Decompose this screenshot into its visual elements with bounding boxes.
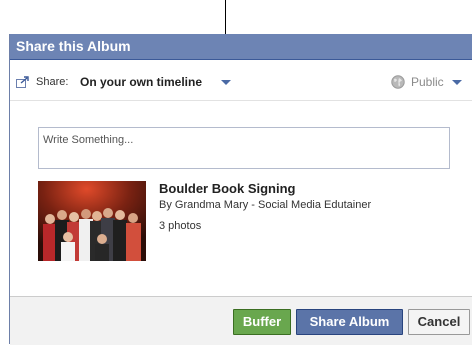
album-byline: By Grandma Mary - Social Media Edutainer [159, 199, 372, 211]
share-destination-selector[interactable]: On your own timeline [80, 75, 202, 89]
album-photo-count: 3 photos [159, 220, 202, 232]
share-album-button[interactable]: Share Album [296, 309, 403, 335]
chevron-down-icon[interactable] [452, 80, 462, 85]
buffer-button[interactable]: Buffer [233, 309, 291, 335]
album-thumbnail [38, 181, 146, 261]
album-title[interactable]: Boulder Book Signing [159, 181, 296, 196]
share-target-row: Share: On your own timeline Public [10, 60, 472, 101]
audience-selector[interactable]: Public [411, 75, 444, 89]
share-album-dialog: Share this Album Share: On your own time… [9, 34, 472, 345]
share-label: Share: [36, 76, 69, 88]
globe-icon [391, 75, 405, 89]
chevron-down-icon[interactable] [221, 80, 231, 85]
dialog-title: Share this Album [10, 34, 472, 60]
share-arrow-icon [16, 76, 29, 88]
message-input[interactable]: Write Something... [38, 127, 450, 169]
dialog-footer: Buffer Share Album Cancel [10, 296, 472, 345]
cancel-button[interactable]: Cancel [408, 309, 470, 335]
